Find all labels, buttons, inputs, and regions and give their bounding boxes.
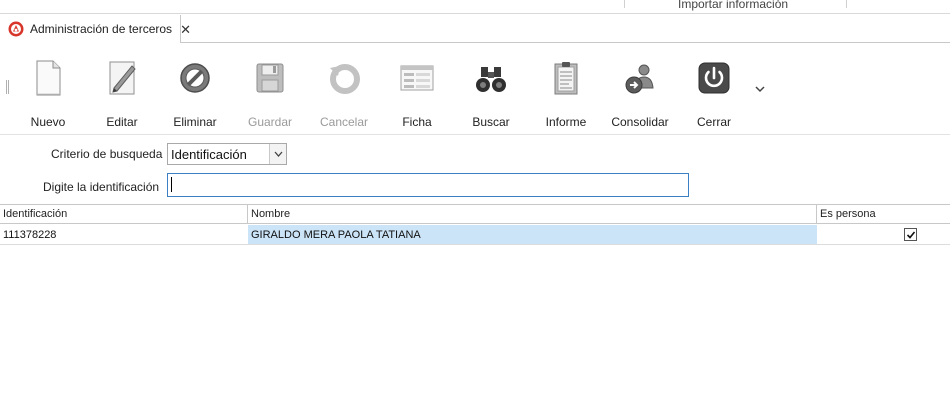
save-disk-icon xyxy=(256,63,284,93)
guardar-label: Guardar xyxy=(247,115,293,129)
delete-circle-icon xyxy=(180,63,210,93)
consolidar-label: Consolidar xyxy=(611,115,669,129)
terceros-grid: Identificación Nombre Es persona 1113782… xyxy=(0,204,950,407)
pencil-edit-icon xyxy=(109,61,136,95)
importar-informacion-link[interactable]: Importar información xyxy=(678,0,788,11)
nuevo-button[interactable]: Nuevo xyxy=(12,58,84,132)
chevron-down-icon xyxy=(274,151,283,157)
criterio-label: Criterio de busqueda xyxy=(51,147,163,161)
top-strip: Importar información xyxy=(0,0,950,14)
criterio-select[interactable]: Identificación xyxy=(167,143,287,165)
tab-administracion-terceros[interactable]: Administración de terceros ✕ xyxy=(0,15,191,43)
cerrar-button[interactable]: Cerrar xyxy=(678,58,750,132)
cerrar-label: Cerrar xyxy=(696,115,731,129)
tab-title: Administración de terceros xyxy=(30,22,173,36)
power-icon xyxy=(698,62,730,94)
es-persona-checkbox[interactable] xyxy=(904,228,917,241)
new-document-icon xyxy=(36,60,61,96)
chevron-down-icon[interactable] xyxy=(753,84,767,94)
editar-button[interactable]: Editar xyxy=(86,58,158,132)
cell-es-persona[interactable] xyxy=(817,225,950,244)
identificacion-input[interactable] xyxy=(167,173,689,197)
form-card-icon xyxy=(400,65,434,91)
undo-arrow-icon xyxy=(330,64,360,94)
ficha-label: Ficha xyxy=(402,115,432,129)
column-header-es-persona[interactable]: Es persona xyxy=(817,205,950,224)
consolidar-button[interactable]: Consolidar xyxy=(604,58,676,132)
cell-nombre[interactable]: GIRALDO MERA PAOLA TATIANA xyxy=(248,225,817,244)
cancelar-button[interactable]: Cancelar xyxy=(308,58,380,132)
text-caret xyxy=(171,177,172,192)
cell-identificacion[interactable]: 111378228 xyxy=(0,225,248,244)
guardar-button[interactable]: Guardar xyxy=(234,58,306,132)
checkmark-icon xyxy=(906,231,916,239)
criterio-dropdown-button[interactable] xyxy=(269,144,286,164)
ribbon-separator xyxy=(624,0,625,8)
nuevo-label: Nuevo xyxy=(30,115,66,129)
column-header-nombre[interactable]: Nombre xyxy=(248,205,817,224)
report-clipboard-icon xyxy=(554,62,578,95)
ribbon-separator xyxy=(846,0,847,8)
ficha-button[interactable]: Ficha xyxy=(381,58,453,132)
buscar-label: Buscar xyxy=(472,115,510,129)
digite-label: Digite la identificación xyxy=(43,180,160,194)
buscar-button[interactable]: Buscar xyxy=(455,58,527,132)
eliminar-label: Eliminar xyxy=(173,115,217,129)
informe-button[interactable]: Informe xyxy=(530,58,602,132)
eliminar-button[interactable]: Eliminar xyxy=(159,58,231,132)
table-row[interactable]: 111378228 GIRALDO MERA PAOLA TATIANA xyxy=(0,225,950,245)
app-logo-icon xyxy=(8,21,24,37)
cancelar-label: Cancelar xyxy=(319,115,369,129)
grid-header: Identificación Nombre Es persona xyxy=(0,205,950,224)
informe-label: Informe xyxy=(545,115,587,129)
column-header-identificacion[interactable]: Identificación xyxy=(0,205,248,224)
document-tab-bar: Administración de terceros ✕ xyxy=(0,15,950,43)
editar-label: Editar xyxy=(106,115,138,129)
binoculars-icon xyxy=(476,67,506,92)
toolbar: Nuevo Editar Eliminar Guardar Cancelar F… xyxy=(0,44,950,135)
consolidate-user-icon xyxy=(625,64,654,94)
criterio-selected-value: Identificación xyxy=(171,147,247,162)
tab-close-icon[interactable]: ✕ xyxy=(180,23,191,36)
toolbar-grip[interactable] xyxy=(6,80,9,94)
